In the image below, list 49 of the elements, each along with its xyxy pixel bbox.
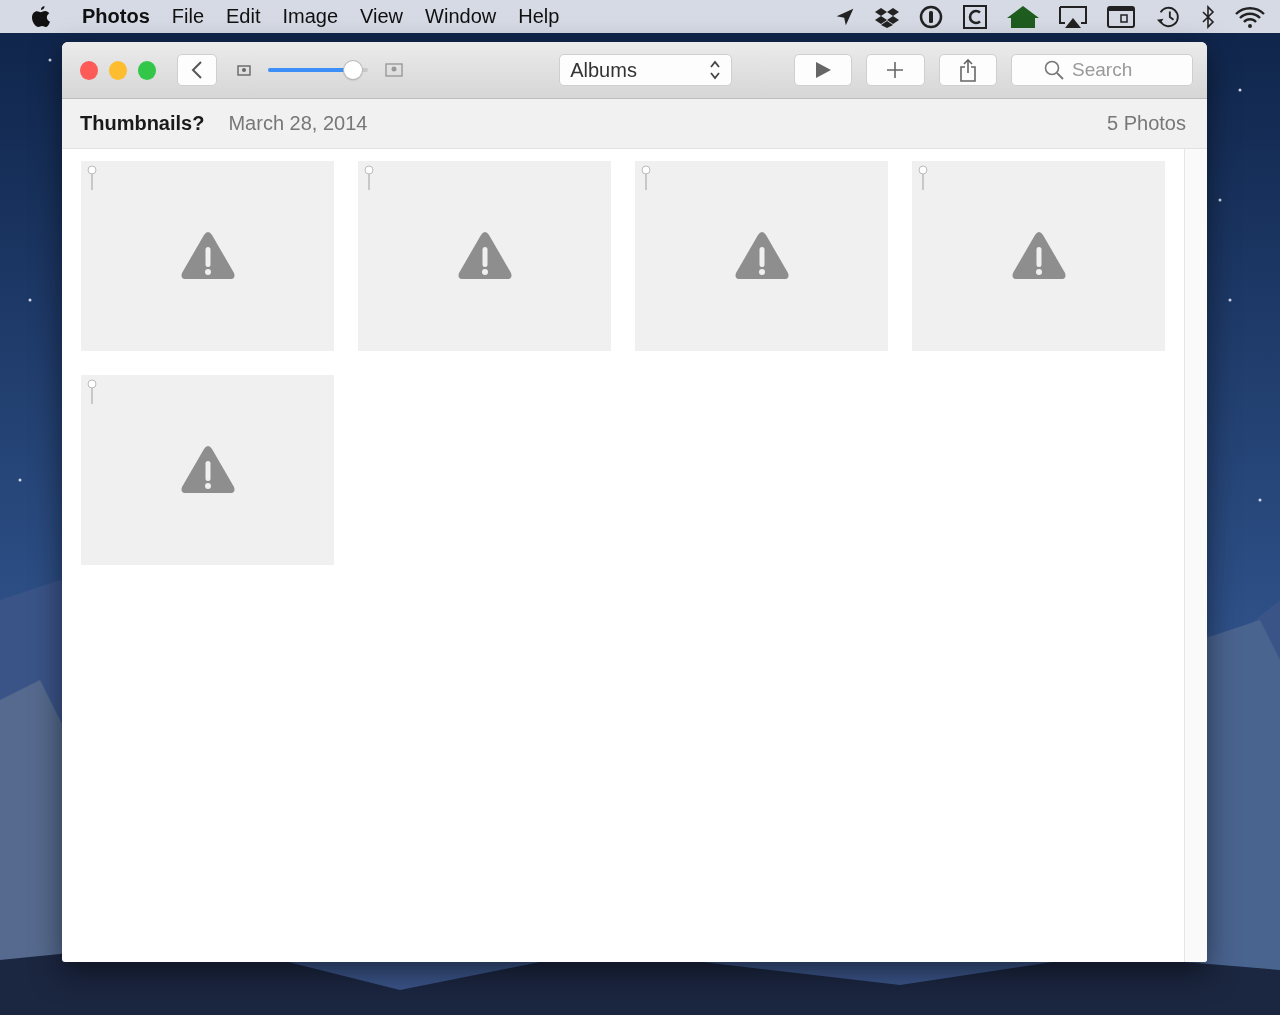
warning-icon: [1010, 231, 1067, 281]
photo-thumbnail[interactable]: [81, 375, 334, 565]
menu-item[interactable]: File: [160, 5, 215, 28]
back-button[interactable]: [176, 54, 218, 86]
chevron-left-icon: [190, 60, 203, 80]
photo-thumbnail[interactable]: [912, 161, 1165, 351]
photo-thumbnail[interactable]: [635, 161, 888, 351]
menu-item[interactable]: Window: [414, 5, 508, 28]
search-field[interactable]: Search: [1011, 54, 1193, 86]
warning-icon: [733, 231, 790, 281]
album-title: Thumbnails?: [80, 112, 205, 135]
pin-icon: [87, 379, 97, 405]
airplay-icon[interactable]: [1058, 4, 1088, 29]
add-button[interactable]: [866, 54, 925, 86]
menu-item[interactable]: Photos: [82, 5, 161, 28]
wifi-icon[interactable]: [1234, 4, 1266, 29]
small-photo-icon: [237, 64, 252, 76]
menu-item[interactable]: Help: [507, 5, 571, 28]
photo-thumbnail[interactable]: [81, 161, 334, 351]
keyboard-icon[interactable]: [1107, 4, 1135, 29]
apple-icon[interactable]: [30, 4, 52, 29]
menu-item[interactable]: Edit: [215, 5, 272, 28]
pin-icon: [918, 165, 928, 191]
share-button[interactable]: [938, 54, 997, 86]
menu-item[interactable]: View: [349, 5, 415, 28]
pin-icon: [641, 165, 651, 191]
pin-icon: [364, 165, 374, 191]
warning-icon: [179, 445, 236, 495]
album-date: March 28, 2014: [228, 112, 368, 135]
play-icon: [813, 61, 832, 79]
search-icon: [1044, 60, 1064, 80]
slider-thumb[interactable]: [344, 61, 363, 79]
menu-item[interactable]: Image: [271, 5, 350, 28]
c-square-icon[interactable]: [962, 4, 988, 29]
bluetooth-icon[interactable]: [1201, 4, 1215, 29]
album-selector[interactable]: Albums: [559, 54, 732, 86]
photo-count: 5 Photos: [1107, 112, 1186, 135]
up-down-arrows-icon: [708, 59, 721, 81]
play-button[interactable]: [793, 54, 853, 86]
pin-icon: [87, 165, 97, 191]
scrollbar-track[interactable]: [1184, 149, 1207, 962]
share-icon: [958, 58, 977, 82]
key-circle-icon[interactable]: [919, 4, 943, 29]
warning-icon: [179, 231, 236, 281]
plus-icon: [886, 61, 905, 79]
large-photo-icon: [385, 63, 404, 77]
photo-thumbnail[interactable]: [358, 161, 611, 351]
warning-icon: [456, 231, 513, 281]
house-icon[interactable]: [1007, 4, 1039, 29]
